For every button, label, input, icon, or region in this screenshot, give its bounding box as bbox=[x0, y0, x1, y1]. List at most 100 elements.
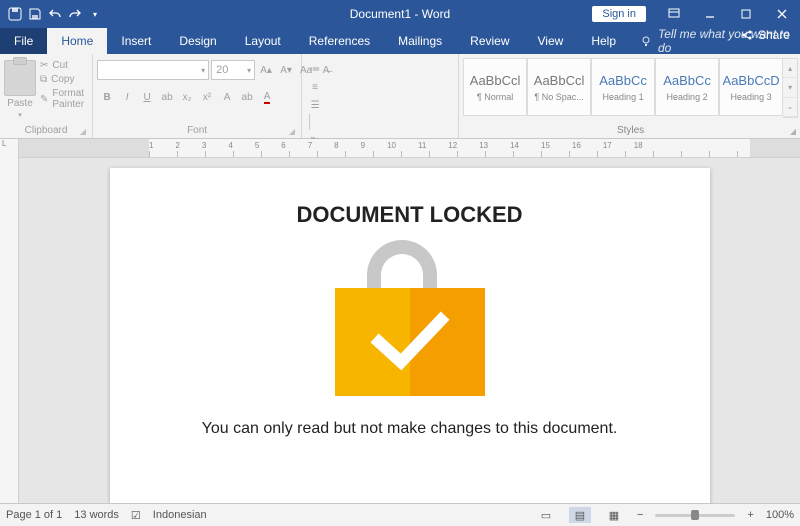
tab-review[interactable]: Review bbox=[456, 28, 523, 54]
tab-help[interactable]: Help bbox=[577, 28, 630, 54]
web-layout-icon[interactable]: ▦ bbox=[603, 507, 625, 523]
tab-insert[interactable]: Insert bbox=[107, 28, 165, 54]
redo-icon[interactable] bbox=[68, 7, 82, 21]
style-preview: AaBbCcD bbox=[723, 73, 780, 88]
text-effects-icon[interactable]: A bbox=[217, 88, 237, 106]
zoom-level[interactable]: 100% bbox=[766, 509, 794, 521]
qat-customize-icon[interactable]: ▾ bbox=[88, 7, 102, 21]
cut-button[interactable]: ✂Cut bbox=[40, 60, 88, 71]
ruler-tick-label: 4 bbox=[228, 141, 232, 150]
styles-up-icon[interactable]: ▴ bbox=[783, 59, 797, 78]
share-button[interactable]: Share bbox=[741, 28, 790, 42]
document-subtext: You can only read but not make changes t… bbox=[160, 418, 660, 440]
tab-view[interactable]: View bbox=[524, 28, 578, 54]
italic-icon[interactable]: I bbox=[117, 88, 137, 106]
group-paragraph: ≔ ≡ ☰ ⇤ ⇥ A↓ ¶ ≡ ≡ ≡ ≡ ↕≡ bbox=[302, 54, 459, 138]
highlight-icon[interactable]: ab bbox=[237, 88, 257, 106]
copy-button[interactable]: ⧉Copy bbox=[40, 74, 88, 85]
style-preview: AaBbCc bbox=[663, 73, 711, 88]
style-card[interactable]: AaBbCcl¶ No Spac... bbox=[527, 58, 591, 116]
ribbon-display-options-icon[interactable] bbox=[656, 0, 692, 28]
ruler-tick-label: 11 bbox=[418, 141, 426, 150]
style-name: ¶ Normal bbox=[477, 92, 513, 102]
underline-icon[interactable]: U bbox=[137, 88, 157, 106]
format-painter-button[interactable]: ✎ Format Painter bbox=[40, 88, 88, 110]
ruler-tick-label: 12 bbox=[448, 141, 457, 150]
font-size-combo[interactable]: 20 bbox=[211, 60, 255, 80]
group-clipboard: Paste ▾ ✂Cut ⧉Copy ✎Format Painter Clipb… bbox=[0, 54, 93, 138]
lightbulb-icon bbox=[640, 35, 652, 47]
status-words[interactable]: 13 words bbox=[74, 509, 119, 521]
numbering-icon[interactable]: ≡ bbox=[306, 78, 324, 96]
status-page[interactable]: Page 1 of 1 bbox=[6, 509, 62, 521]
styles-down-icon[interactable]: ▾ bbox=[783, 78, 797, 97]
paste-button[interactable]: Paste ▾ bbox=[4, 56, 36, 119]
dialog-launcher-icon[interactable]: ◢ bbox=[80, 127, 86, 136]
ruler-tick-label: 6 bbox=[281, 141, 285, 150]
close-button[interactable] bbox=[764, 0, 800, 28]
document-scroll-area[interactable]: DOCUMENT LOCKED You can only read but no… bbox=[19, 158, 800, 503]
proofing-icon[interactable]: ☑ bbox=[131, 509, 141, 522]
ruler-tick-label: 16 bbox=[572, 141, 581, 150]
ribbon-tabs: File Home Insert Design Layout Reference… bbox=[0, 28, 800, 54]
strike-icon[interactable]: ab bbox=[157, 88, 177, 106]
status-language[interactable]: Indonesian bbox=[153, 509, 207, 521]
document-heading: DOCUMENT LOCKED bbox=[160, 202, 660, 228]
font-family-combo[interactable] bbox=[97, 60, 209, 80]
read-mode-icon[interactable]: ▭ bbox=[535, 507, 557, 523]
style-card[interactable]: AaBbCc Heading 2 bbox=[655, 58, 719, 116]
vertical-ruler: L bbox=[0, 139, 19, 503]
tab-layout[interactable]: Layout bbox=[231, 28, 295, 54]
sign-in-button[interactable]: Sign in bbox=[592, 6, 646, 22]
dialog-launcher-icon[interactable]: ◢ bbox=[289, 127, 295, 136]
brush-icon: ✎ bbox=[40, 94, 48, 105]
group-styles-title: Styles bbox=[617, 125, 644, 136]
tab-design[interactable]: Design bbox=[165, 28, 230, 54]
subscript-icon[interactable]: x₂ bbox=[177, 88, 197, 106]
style-preview: AaBbCcl bbox=[470, 73, 521, 88]
ruler-tick-label: 18 bbox=[634, 141, 643, 150]
tab-mailings[interactable]: Mailings bbox=[384, 28, 456, 54]
ribbon: Paste ▾ ✂Cut ⧉Copy ✎Format Painter Clipb… bbox=[0, 54, 800, 139]
ruler-tick-label: 8 bbox=[334, 141, 338, 150]
bold-icon[interactable]: B bbox=[97, 88, 117, 106]
scissors-icon: ✂ bbox=[40, 60, 48, 71]
style-card[interactable]: AaBbCcl ¶ Normal bbox=[463, 58, 527, 116]
styles-more-icon[interactable]: ⌄ bbox=[783, 98, 797, 117]
titlebar: ▾ Document1 - Word Sign in bbox=[0, 0, 800, 28]
autosave-icon[interactable] bbox=[8, 7, 22, 21]
minimize-button[interactable] bbox=[692, 0, 728, 28]
tab-home[interactable]: Home bbox=[47, 28, 107, 54]
style-card[interactable]: AaBbCcD Heading 3 bbox=[719, 58, 783, 116]
save-icon[interactable] bbox=[28, 7, 42, 21]
group-font: 20 A▴ A▾ Aa A̶ B I U ab x₂ x² A ab A bbox=[93, 54, 302, 138]
zoom-slider[interactable] bbox=[655, 514, 735, 517]
shrink-font-icon[interactable]: A▾ bbox=[277, 61, 295, 79]
ruler-tick-label: 14 bbox=[510, 141, 519, 150]
tab-file[interactable]: File bbox=[0, 28, 47, 54]
zoom-out-button[interactable]: − bbox=[637, 509, 643, 521]
style-name: Heading 2 bbox=[667, 92, 708, 102]
word-app-window: ▾ Document1 - Word Sign in File Home Ins… bbox=[0, 0, 800, 526]
bullets-icon[interactable]: ≔ bbox=[306, 60, 324, 78]
style-card[interactable]: AaBbCcHeading 1 bbox=[591, 58, 655, 116]
style-name: Heading 3 bbox=[731, 92, 772, 102]
zoom-in-button[interactable]: + bbox=[747, 509, 753, 521]
grow-font-icon[interactable]: A▴ bbox=[257, 61, 275, 79]
ruler-tick-label: 13 bbox=[479, 141, 488, 150]
font-color-icon[interactable]: A bbox=[257, 88, 277, 106]
undo-icon[interactable] bbox=[48, 7, 62, 21]
style-name: Heading 1 bbox=[603, 92, 644, 102]
maximize-button[interactable] bbox=[728, 0, 764, 28]
styles-nav: ▴▾⌄ bbox=[783, 58, 798, 118]
lock-icon bbox=[335, 246, 485, 396]
horizontal-ruler: 123456789101112131415161718 bbox=[19, 139, 800, 158]
format-painter-label: Format Painter bbox=[52, 88, 88, 110]
print-layout-icon[interactable]: ▤ bbox=[569, 507, 591, 523]
superscript-icon[interactable]: x² bbox=[197, 88, 217, 106]
copy-icon: ⧉ bbox=[40, 74, 47, 85]
tab-references[interactable]: References bbox=[295, 28, 384, 54]
ruler-tick-label: 15 bbox=[541, 141, 550, 150]
multilevel-list-icon[interactable]: ☰ bbox=[306, 96, 324, 114]
dialog-launcher-icon[interactable]: ◢ bbox=[790, 127, 796, 136]
